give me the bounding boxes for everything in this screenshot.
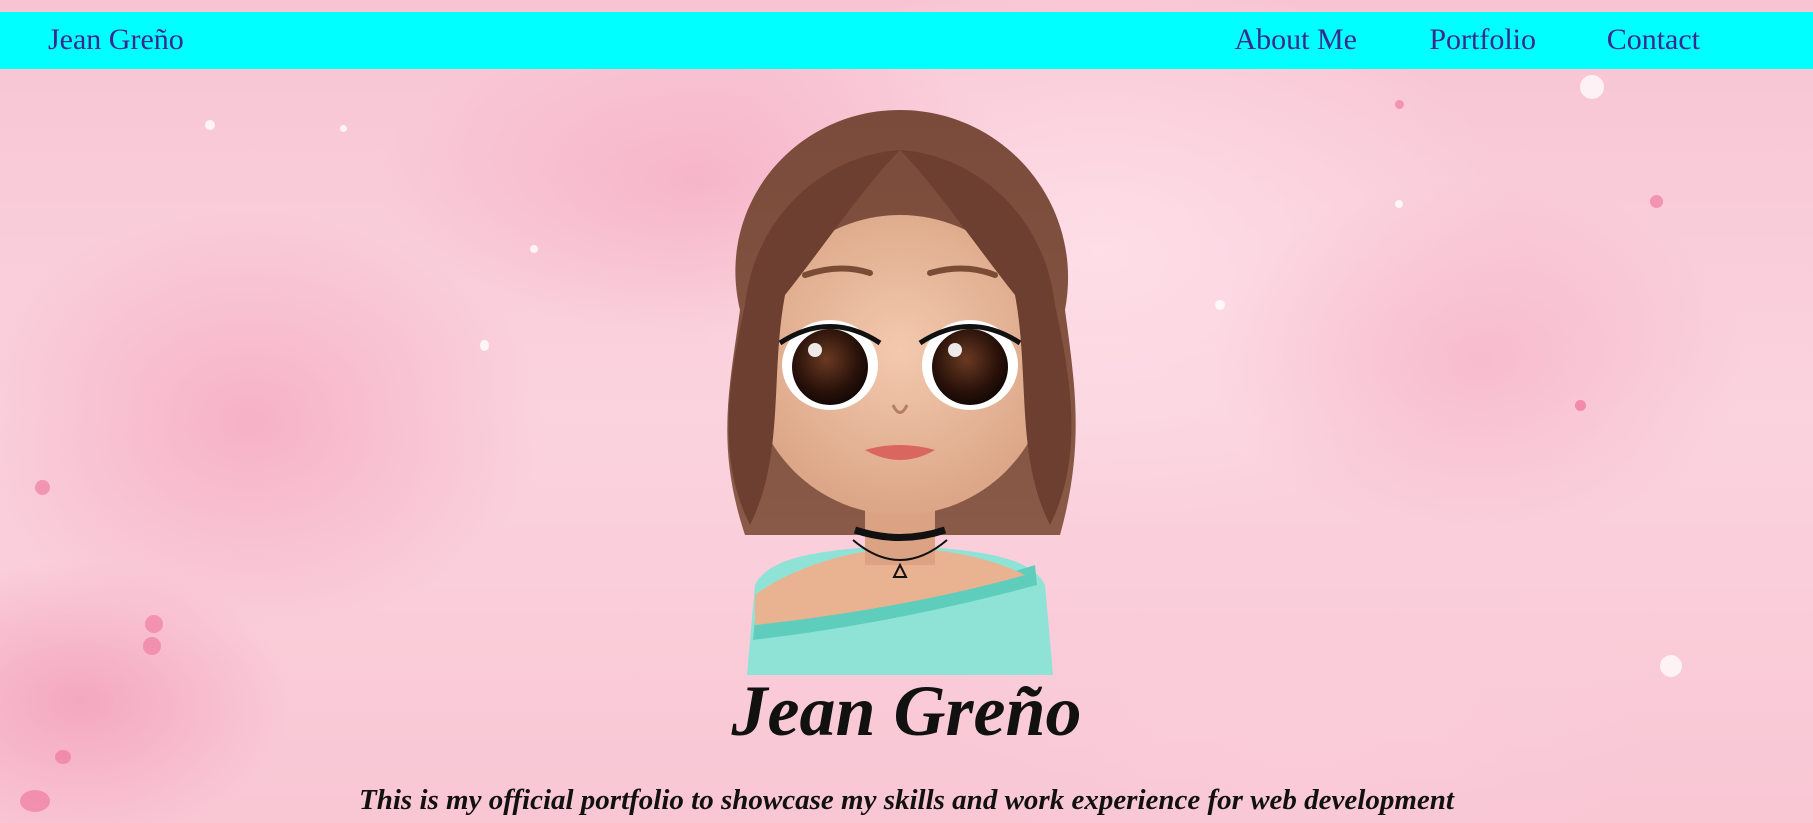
hero-subtitle: This is my official portfolio to showcas… bbox=[359, 784, 1454, 816]
nav-link-portfolio[interactable]: Portfolio bbox=[1429, 23, 1536, 57]
nav-link-contact[interactable]: Contact bbox=[1607, 23, 1700, 57]
brand-link[interactable]: Jean Greño bbox=[48, 23, 184, 57]
top-navbar: Jean Greño About Me Portfolio Contact bbox=[0, 12, 1813, 69]
nav-link-about[interactable]: About Me bbox=[1235, 23, 1358, 57]
hero-title: Jean Greño bbox=[731, 671, 1082, 751]
avatar-image bbox=[727, 110, 1076, 675]
